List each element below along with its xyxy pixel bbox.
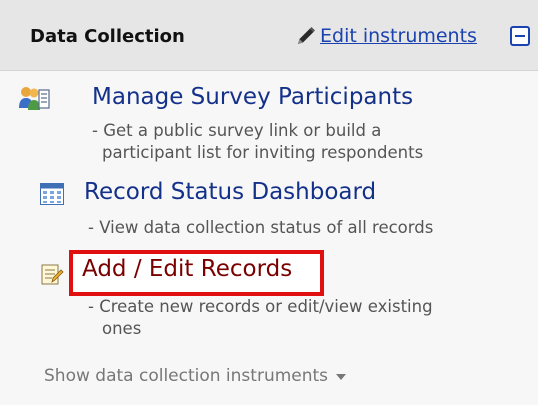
minus-square-icon[interactable] (510, 26, 530, 46)
edit-form-icon (41, 264, 64, 285)
manage-survey-participants-link[interactable]: Manage Survey Participants (92, 84, 413, 110)
data-collection-panel: Data Collection Edit instruments Manage … (0, 0, 538, 405)
manage-survey-participants-desc-2: participant list for inviting respondent… (102, 143, 424, 162)
manage-survey-participants-desc-1: - Get a public survey link or build a (92, 121, 382, 140)
record-status-dashboard-link[interactable]: Record Status Dashboard (84, 179, 376, 205)
participants-icon (19, 87, 50, 110)
show-instruments-label[interactable]: Show data collection instruments (44, 366, 328, 386)
show-instruments-toggle[interactable]: Show data collection instruments (44, 366, 347, 386)
caret-down-icon[interactable] (336, 374, 347, 380)
panel-header: Data Collection Edit instruments (0, 0, 538, 71)
edit-instruments-label[interactable]: Edit instruments (320, 25, 477, 47)
add-edit-records-desc-1: - Create new records or edit/view existi… (88, 297, 433, 316)
record-status-dashboard-desc: - View data collection status of all rec… (88, 218, 434, 237)
pencil-icon (298, 27, 315, 44)
edit-instruments-link[interactable]: Edit instruments (295, 24, 477, 48)
panel-title: Data Collection (30, 26, 185, 47)
add-edit-records-desc-2: ones (102, 319, 142, 338)
dashboard-grid-icon (40, 183, 64, 205)
add-edit-records-link[interactable]: Add / Edit Records (82, 256, 292, 282)
